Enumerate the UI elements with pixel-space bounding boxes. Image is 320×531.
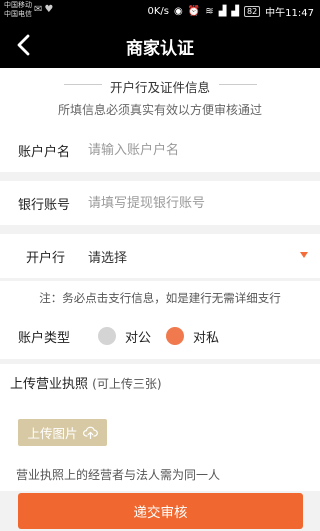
divider-right	[219, 84, 257, 85]
status-right: 0K/s ◉ ⏰ ≋ ▟ ▟ 82 中午11:47	[147, 4, 314, 19]
account-name-row: 账户户名	[0, 128, 320, 172]
bank-account-row: 银行账号	[0, 181, 320, 225]
carrier-2: 中国电信	[4, 10, 32, 18]
dropdown-arrow-icon	[300, 252, 308, 258]
section-header: 开户行及证件信息 所填信息必须真实有效以方便审核通过	[0, 68, 320, 128]
clock: 中午11:47	[265, 8, 314, 19]
bank-account-input[interactable]	[88, 188, 308, 218]
network-speed: 0K/s	[147, 6, 170, 17]
heart-icon: ♥	[44, 4, 56, 15]
upload-hint: (可上传三张)	[92, 377, 162, 391]
bank-account-label: 银行账号	[18, 198, 71, 213]
bank-select-value: 请选择	[88, 251, 128, 266]
carrier-1: 中国移动	[4, 1, 32, 9]
upload-section: 上传营业执照 (可上传三张) 上传图片 营业执照上的经营者与法人需为同一人	[0, 364, 320, 491]
wifi-icon: ≋	[205, 6, 214, 17]
upload-image-button[interactable]: 上传图片	[18, 419, 107, 446]
section-subtitle: 所填信息必须真实有效以方便审核通过	[57, 103, 262, 117]
eye-icon: ◉	[174, 6, 183, 17]
battery-icon: 82	[243, 6, 261, 17]
radio-corporate-dot	[98, 327, 116, 345]
upload-title: 上传营业执照 (可上传三张)	[10, 373, 162, 392]
signal-icon: ▟	[218, 6, 227, 17]
account-name-label: 账户户名	[18, 145, 71, 160]
status-bar: 中国移动 中国电信 ✉♥ 0K/s ◉ ⏰ ≋ ▟ ▟ 82 中午11:47	[0, 0, 320, 22]
page-title: 商家认证	[126, 39, 194, 59]
bank-label: 开户行	[26, 251, 66, 266]
cloud-upload-icon	[82, 426, 98, 439]
bank-select[interactable]: 开户行 请选择	[0, 234, 320, 278]
radio-personal-label: 对私	[193, 330, 220, 346]
submit-review-button[interactable]: 递交审核	[18, 493, 303, 529]
notification-icons: ✉♥	[34, 4, 55, 15]
upload-title-text: 上传营业执照	[10, 377, 89, 392]
carrier-info: 中国移动 中国电信	[4, 1, 32, 19]
signal-icon-2: ▟	[231, 6, 239, 17]
radio-corporate[interactable]: 对公	[98, 326, 151, 346]
account-name-input[interactable]	[88, 135, 308, 165]
bank-notice: 注：务必点击支行信息，如是建行无需详细支行	[0, 281, 320, 313]
section-title: 开户行及证件信息	[109, 80, 210, 95]
radio-personal-dot	[166, 327, 184, 345]
radio-corporate-label: 对公	[125, 330, 152, 346]
chat-icon: ✉	[34, 4, 45, 15]
alarm-icon: ⏰	[187, 6, 201, 17]
upload-note: 营业执照上的经营者与法人需为同一人	[16, 468, 221, 482]
account-type-label: 账户类型	[18, 331, 71, 346]
account-type-row: 账户类型 对公 对私	[0, 313, 320, 359]
upload-button-label: 上传图片	[27, 426, 78, 441]
radio-personal[interactable]: 对私	[166, 326, 219, 346]
app-header: 商家认证	[0, 22, 320, 68]
